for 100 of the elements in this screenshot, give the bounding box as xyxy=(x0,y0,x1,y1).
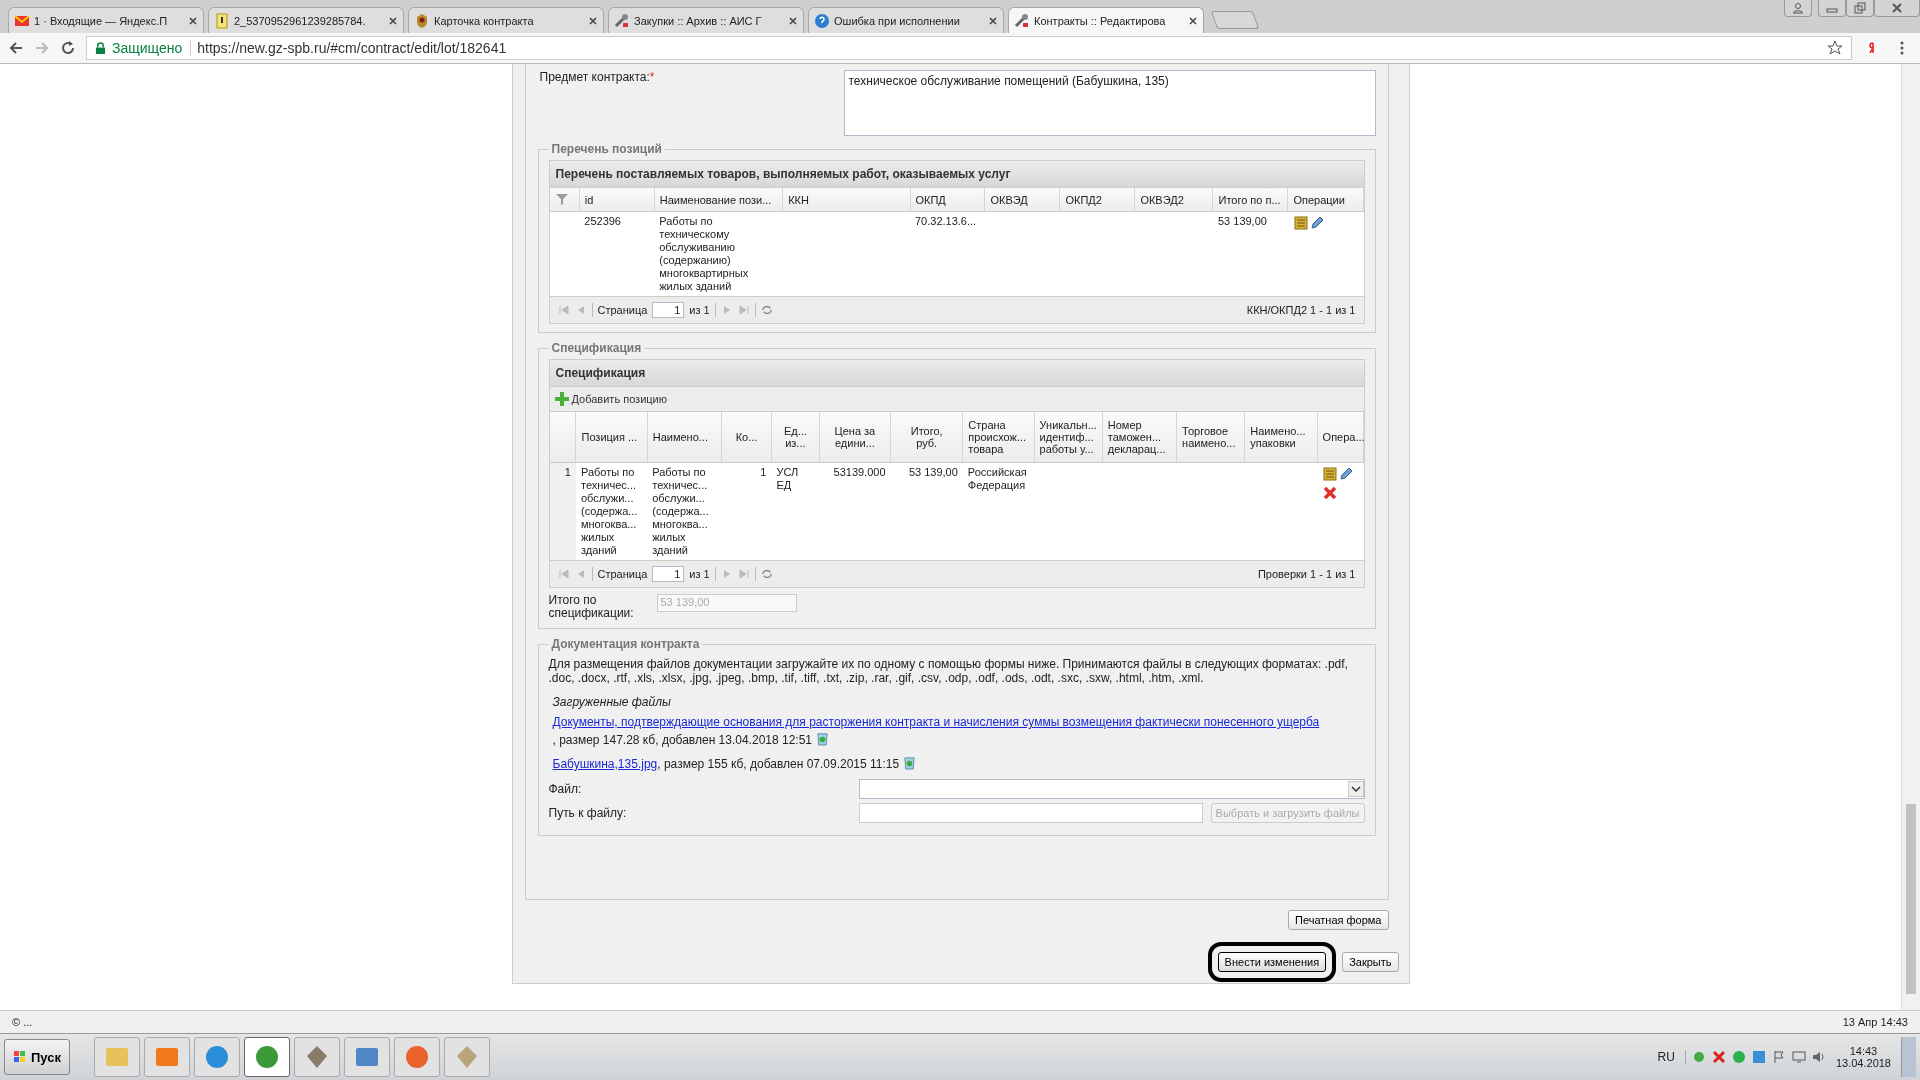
file-link[interactable]: Документы, подтверждающие основания для расторжения контракта и начисления суммы возмещения фактически понесенного ущерба xyxy=(552,715,1320,729)
close-button[interactable]: Закрыть xyxy=(1342,952,1399,972)
recycle-bin-icon[interactable] xyxy=(816,731,829,746)
add-position-button[interactable]: Добавить позицию xyxy=(553,391,667,407)
dropdown-arrow-icon[interactable] xyxy=(1347,781,1364,797)
column-header[interactable]: ОКПД xyxy=(910,188,985,212)
refresh-icon[interactable] xyxy=(760,304,773,316)
menu-icon[interactable] xyxy=(1900,40,1904,56)
column-header[interactable]: Цена за едини... xyxy=(819,412,891,463)
clock-time[interactable]: 14:43 xyxy=(1849,1045,1878,1057)
pencil-icon[interactable] xyxy=(1308,215,1325,231)
start-button[interactable]: Пуск xyxy=(4,1039,70,1075)
table-cell: 53 139,00 xyxy=(890,462,963,560)
table-cell: Российская Федерация xyxy=(962,462,1035,560)
column-header[interactable]: Номер таможен... декларац... xyxy=(1102,412,1177,463)
grid-title: Перечень поставляемых товаров, выполняемых работ, оказываемых услуг xyxy=(549,161,1364,188)
column-header[interactable]: ККН xyxy=(782,188,910,212)
delete-icon[interactable] xyxy=(1322,485,1339,501)
reload-icon[interactable] xyxy=(60,40,76,56)
section-legend: Спецификация xyxy=(548,341,645,355)
table-cell: 1 xyxy=(721,462,772,560)
close-icon[interactable] xyxy=(388,15,398,26)
column-header[interactable]: ОКПД2 xyxy=(1059,188,1135,212)
column-header[interactable]: Страна происхож... товара xyxy=(962,412,1035,463)
filter-icon[interactable] xyxy=(554,191,569,206)
page-field[interactable]: 1 xyxy=(652,302,685,318)
scrollbar[interactable] xyxy=(1901,64,1920,1010)
star-icon[interactable] xyxy=(1827,40,1843,56)
yandex-icon[interactable] xyxy=(1862,38,1882,58)
page-label: Страница xyxy=(597,568,648,580)
last-page-icon[interactable] xyxy=(737,304,750,316)
antivirus-icon[interactable] xyxy=(1711,1050,1726,1064)
first-page-icon[interactable] xyxy=(557,568,570,580)
scroll-icon[interactable] xyxy=(1322,466,1339,482)
taskbar-app-icon[interactable] xyxy=(394,1037,440,1077)
close-icon[interactable] xyxy=(1188,15,1198,26)
pencil-icon[interactable] xyxy=(1338,466,1355,482)
refresh-icon[interactable] xyxy=(760,568,773,580)
column-header[interactable]: Опера... xyxy=(1317,412,1363,463)
minimize-icon[interactable] xyxy=(1818,0,1846,17)
browser-tab[interactable]: Контракты :: Редактирова xyxy=(1008,7,1204,33)
browser-tab[interactable]: 2_5370952961239285784. xyxy=(208,7,404,33)
page-field[interactable]: 1 xyxy=(652,566,685,582)
tools-icon xyxy=(614,12,630,29)
status-text: © ... xyxy=(12,1016,33,1028)
column-header[interactable]: Торговое наимено... xyxy=(1176,412,1245,463)
show-desktop-button[interactable] xyxy=(1901,1037,1916,1077)
path-field[interactable] xyxy=(858,803,1203,823)
print-form-button[interactable]: Печатная форма xyxy=(1288,910,1389,930)
browser-tab[interactable]: Закупки :: Архив :: АИС Г xyxy=(608,7,804,33)
language-indicator[interactable]: RU xyxy=(1657,1050,1675,1064)
column-header[interactable]: id xyxy=(579,188,655,212)
browser-tab[interactable]: 1 · Входящие — Яндекс.П xyxy=(8,7,204,33)
taskbar-app-icon[interactable] xyxy=(344,1037,390,1077)
column-header[interactable]: Операции xyxy=(1287,188,1363,212)
scroll-icon[interactable] xyxy=(1292,215,1309,231)
address-field[interactable]: Защищено https://new.gz-spb.ru/#cm/contract/edit/lot/182641 xyxy=(86,36,1852,60)
plus-icon[interactable] xyxy=(553,391,570,407)
last-page-icon[interactable] xyxy=(737,568,750,580)
restore-icon[interactable] xyxy=(1846,0,1874,17)
browser-tab[interactable]: Карточка контракта xyxy=(408,7,604,33)
taskbar-app-icon[interactable] xyxy=(244,1037,290,1077)
column-header[interactable]: Позиция ... xyxy=(575,412,648,463)
column-header[interactable]: ОКВЭД2 xyxy=(1134,188,1213,212)
clock-date[interactable]: 13.04.2018 xyxy=(1835,1057,1891,1069)
tools-icon xyxy=(1014,12,1030,29)
subject-field[interactable]: техническое обслуживание помещений (Бабушкина, 135) xyxy=(843,70,1376,136)
column-header[interactable]: Наименование пози... xyxy=(654,188,783,212)
first-page-icon[interactable] xyxy=(557,304,570,316)
back-icon[interactable] xyxy=(8,40,24,56)
recycle-bin-icon[interactable] xyxy=(903,755,917,770)
forward-icon[interactable] xyxy=(34,40,50,56)
taskbar-app-icon[interactable] xyxy=(294,1037,340,1077)
new-tab-button[interactable] xyxy=(1210,11,1260,29)
taskbar-app-icon[interactable] xyxy=(194,1037,240,1077)
help-icon xyxy=(814,12,830,29)
close-icon[interactable] xyxy=(188,15,198,26)
browser-tab[interactable]: Ошибка при исполнении xyxy=(808,7,1004,33)
page-count: из 1 xyxy=(689,304,710,316)
close-icon[interactable] xyxy=(1874,0,1920,17)
table-cell: 53 139,00 xyxy=(1212,211,1288,296)
url-text: https://new.gz-spb.ru/#cm/contract/edit/lot/182641 xyxy=(197,40,507,56)
column-header[interactable]: Ед... из... xyxy=(771,412,820,463)
column-header[interactable]: Итого, руб. xyxy=(890,412,963,463)
column-header[interactable]: Наимено... xyxy=(647,412,722,463)
close-icon[interactable] xyxy=(988,15,998,26)
column-header[interactable]: Наимено... упаковки xyxy=(1244,412,1318,463)
user-icon[interactable] xyxy=(1784,0,1812,17)
speaker-icon[interactable] xyxy=(1811,1050,1826,1064)
close-icon[interactable] xyxy=(788,15,798,26)
flag-icon[interactable] xyxy=(1771,1050,1786,1064)
column-header[interactable]: Итого по п... xyxy=(1212,188,1288,212)
instructions-text: Для размещения файлов документации загружайте их по одному с помощью формы ниже. Принимаются файлы в следующих форматах: .pdf, .doc, .docx, .rtf, .xls, .xlsx, .jpg, .jpeg, .bmp, .tif, .tiff, .txt, .zip, .rar, .gif, .csv, .odp, .odf, .ods, .odt, .sxc, .sxw, .html, .htm, .xml. xyxy=(548,657,1349,685)
emblem-icon xyxy=(414,12,430,29)
close-icon[interactable] xyxy=(588,15,598,26)
monitor-icon[interactable] xyxy=(1791,1050,1806,1064)
file-details: , размер 155 кб, добавлен 07.09.2015 11:15 xyxy=(657,756,900,773)
column-header[interactable]: Ко... xyxy=(721,412,772,463)
column-header[interactable]: ОКВЭД xyxy=(984,188,1060,212)
column-header[interactable]: Уникальн... идентиф... работы у... xyxy=(1034,412,1103,463)
